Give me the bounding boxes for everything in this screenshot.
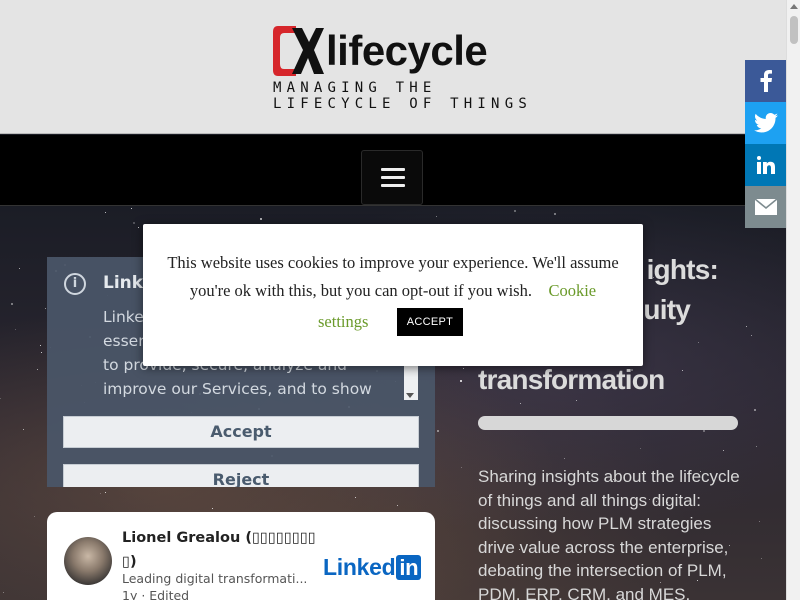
- star-decoration: [23, 428, 25, 430]
- scroll-up-icon[interactable]: [790, 4, 798, 9]
- nav-bar: [0, 135, 786, 206]
- star-decoration: [563, 458, 565, 460]
- star-decoration: [0, 398, 2, 400]
- post-meta: 1y · Edited: [122, 588, 190, 600]
- star-decoration: [435, 216, 437, 218]
- star-decoration: [723, 450, 725, 452]
- star-decoration: [760, 558, 762, 560]
- hamburger-icon-bar: [381, 176, 405, 179]
- star-decoration: [698, 342, 700, 344]
- star-decoration: [396, 505, 398, 507]
- star-decoration: [759, 520, 761, 522]
- star-decoration: [44, 307, 46, 309]
- star-decoration: [37, 369, 39, 371]
- star-decoration: [40, 345, 42, 347]
- star-decoration: [259, 217, 262, 220]
- star-decoration: [460, 380, 463, 383]
- facebook-share-button[interactable]: [745, 60, 786, 102]
- star-decoration: [354, 497, 356, 499]
- post-author-headline: Leading digital transformati...: [122, 571, 308, 586]
- star-decoration: [15, 328, 17, 330]
- twitter-share-button[interactable]: [745, 102, 786, 144]
- linkedin-icon: [756, 156, 775, 174]
- star-decoration: [105, 491, 107, 493]
- star-decoration: [40, 352, 42, 354]
- twitter-icon: [753, 113, 778, 133]
- hamburger-icon: [381, 168, 405, 171]
- hero-title-line3: transformation: [478, 364, 665, 395]
- star-decoration: [132, 221, 135, 224]
- site-logo[interactable]: lifecycle MANAGING THE LIFECYCLE OF THIN…: [272, 24, 527, 116]
- star-decoration: [755, 446, 757, 448]
- logo-x-mark: [273, 26, 324, 76]
- page-scrollbar[interactable]: [786, 0, 800, 600]
- linkedin-share-button[interactable]: [745, 144, 786, 186]
- linkedin-logo[interactable]: Linked in: [323, 554, 422, 581]
- star-decoration: [105, 212, 107, 213]
- linkedin-reject-button[interactable]: Reject: [63, 464, 419, 487]
- facebook-icon: [760, 70, 772, 92]
- email-share-button[interactable]: [745, 186, 786, 228]
- linkedin-logo-badge: in: [396, 555, 422, 580]
- star-decoration: [750, 334, 752, 336]
- logo-tagline-2: LIFECYCLE OF THINGS: [273, 96, 532, 112]
- star-decoration: [754, 409, 757, 412]
- star-decoration: [2, 591, 4, 593]
- post-author-line1: Lionel Grealou (▯▯▯▯▯▯▯▯: [122, 530, 316, 546]
- linkedin-post-card[interactable]: Lionel Grealou (▯▯▯▯▯▯▯▯ ▯) Leading digi…: [47, 512, 435, 600]
- info-icon: i: [64, 273, 86, 295]
- star-decoration: [33, 516, 35, 518]
- linkedin-logo-text: Linked: [323, 554, 396, 580]
- star-decoration: [138, 226, 140, 228]
- star-decoration: [131, 208, 133, 210]
- hero-description: Sharing insights about the lifecycle of …: [478, 467, 740, 600]
- star-decoration: [10, 303, 13, 306]
- email-icon: [754, 199, 777, 215]
- star-decoration: [100, 493, 101, 495]
- star-decoration: [640, 448, 642, 450]
- star-decoration: [681, 369, 683, 371]
- logo-tagline-1: MANAGING THE: [273, 80, 437, 96]
- star-decoration: [514, 210, 517, 213]
- linkedin-accept-button[interactable]: Accept: [63, 416, 419, 448]
- cookie-accept-button[interactable]: ACCEPT: [397, 308, 463, 336]
- hamburger-icon-bar: [381, 184, 405, 187]
- hero-divider: [478, 416, 738, 430]
- star-decoration: [553, 212, 556, 215]
- cookie-settings-link-2[interactable]: settings: [318, 308, 368, 336]
- site-header: lifecycle MANAGING THE LIFECYCLE OF THIN…: [0, 0, 786, 134]
- post-author-name[interactable]: Lionel Grealou (▯▯▯▯▯▯▯▯ ▯): [122, 526, 322, 574]
- star-decoration: [19, 267, 21, 269]
- scroll-down-icon[interactable]: [406, 393, 414, 398]
- cookie-consent-modal: This website uses cookies to improve you…: [143, 224, 643, 366]
- star-decoration: [437, 429, 440, 432]
- star-decoration: [212, 508, 214, 510]
- star-decoration: [746, 326, 748, 328]
- logo-wordmark: lifecycle: [326, 27, 488, 74]
- scrollbar-thumb[interactable]: [790, 16, 798, 44]
- menu-button[interactable]: [361, 150, 423, 205]
- post-author-line2: ▯): [122, 554, 137, 570]
- cookie-settings-link[interactable]: Cookie: [548, 281, 596, 300]
- hero-title-line2: uity: [643, 294, 690, 325]
- cookie-message: This website uses cookies to improve you…: [163, 249, 623, 305]
- avatar[interactable]: [64, 537, 112, 585]
- star-decoration: [520, 403, 522, 405]
- star-decoration: [463, 368, 465, 370]
- star-decoration: [575, 400, 577, 402]
- star-decoration: [460, 466, 462, 468]
- hero-title-line1: ights:: [646, 254, 719, 285]
- star-decoration: [702, 430, 705, 433]
